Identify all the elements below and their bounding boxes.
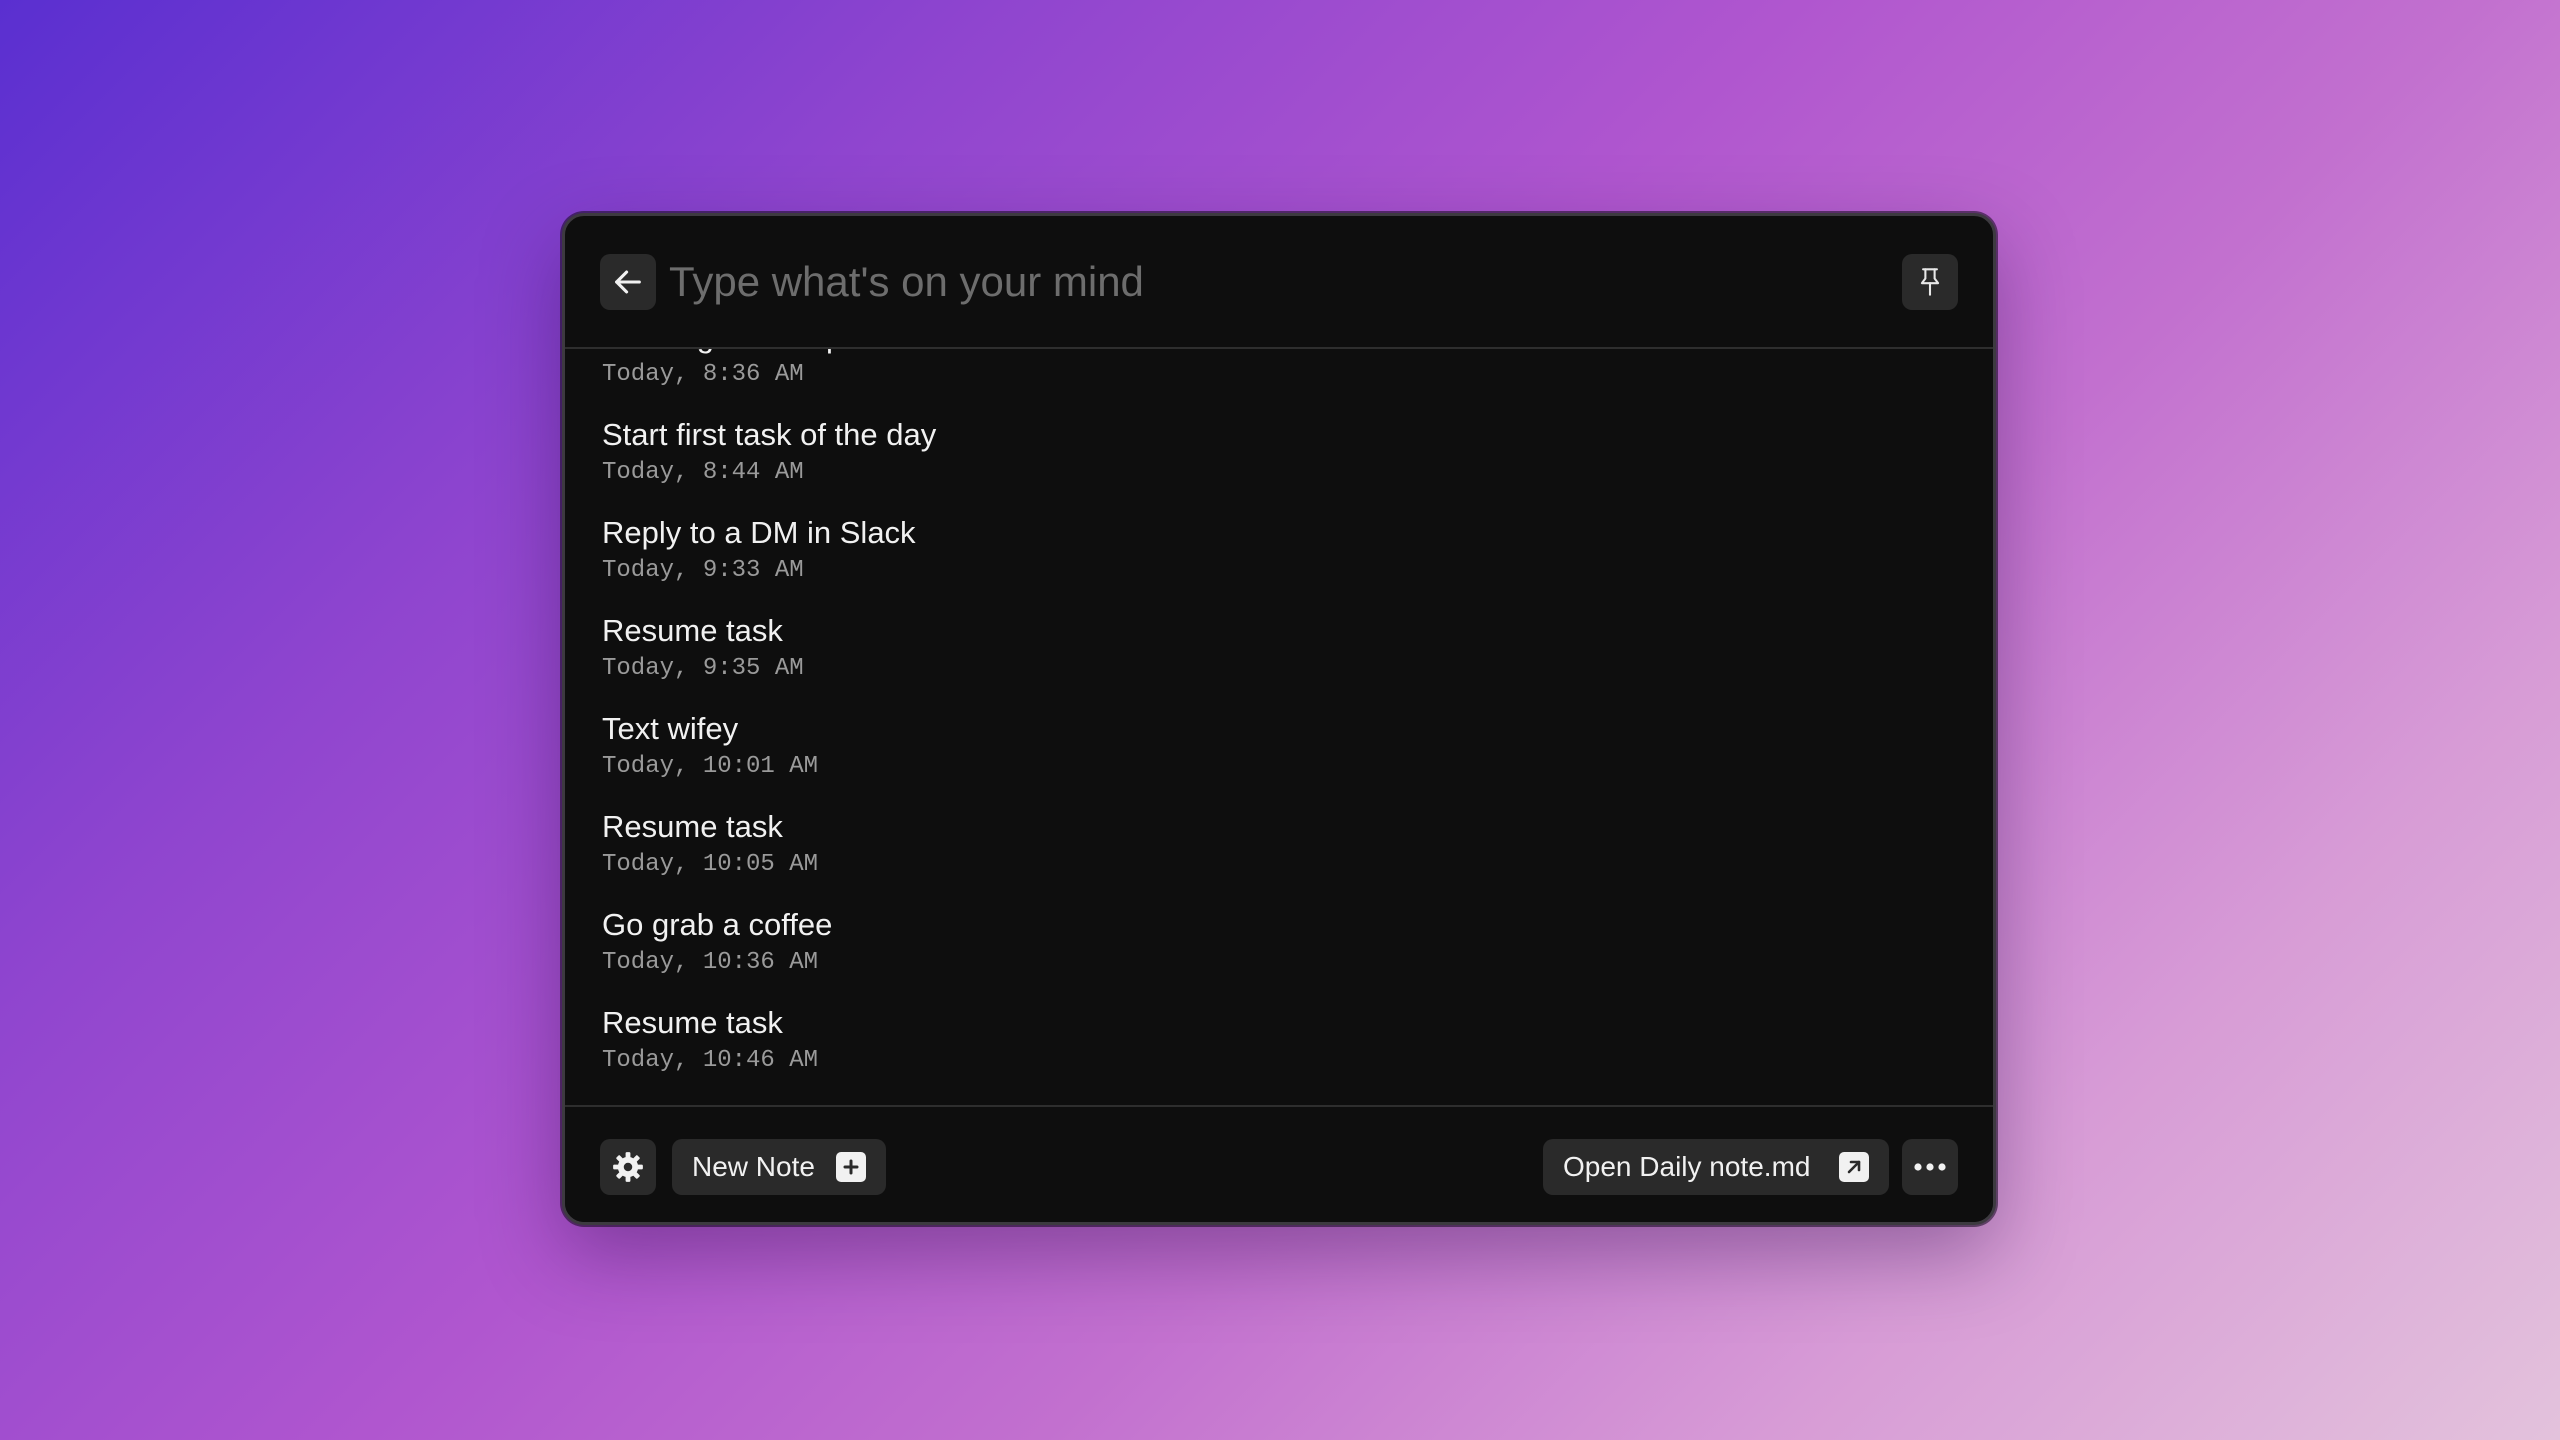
list-item[interactable]: Morning stand-up Today, 8:36 AM: [565, 349, 1993, 397]
note-timestamp: Today, 8:36 AM: [602, 361, 804, 388]
new-note-button[interactable]: New Note: [672, 1139, 886, 1195]
note-title: Resume task: [602, 1005, 783, 1040]
notes-list-inner: Morning stand-up Today, 8:36 AM Start firs…: [565, 349, 1993, 1083]
note-title: Go grab a coffee: [602, 907, 833, 942]
note-title: Text wifey: [602, 711, 739, 746]
footer-bar: New Note Open Daily note.md: [565, 1105, 1993, 1222]
note-title: Reply to a DM in Slack: [602, 515, 916, 550]
note-timestamp: Today, 9:33 AM: [602, 557, 804, 584]
arrow-left-icon: [611, 265, 645, 299]
plus-icon: [836, 1152, 866, 1182]
note-title: Resume task: [602, 809, 783, 844]
ellipsis-icon: [1912, 1162, 1948, 1172]
quick-note-window: Morning stand-up Today, 8:36 AM Start firs…: [562, 213, 1996, 1225]
note-title: Morning stand-up: [602, 349, 843, 355]
open-daily-note-button[interactable]: Open Daily note.md: [1543, 1139, 1889, 1195]
list-item[interactable]: Start first task of the day Today, 8:44 A…: [565, 397, 1993, 495]
list-item[interactable]: Text wifey Today, 10:01 AM: [565, 691, 1993, 789]
list-item[interactable]: Resume task Today, 10:05 AM: [565, 789, 1993, 887]
more-options-button[interactable]: [1902, 1139, 1958, 1195]
notes-list-viewport: Morning stand-up Today, 8:36 AM Start firs…: [565, 349, 1993, 1222]
gear-icon: [611, 1150, 645, 1184]
note-timestamp: Today, 9:35 AM: [602, 655, 804, 682]
back-button[interactable]: [600, 254, 656, 310]
new-note-label: New Note: [692, 1151, 815, 1182]
note-timestamp: Today, 10:36 AM: [602, 949, 819, 976]
list-item[interactable]: Resume task Today, 9:35 AM: [565, 593, 1993, 691]
notes-list[interactable]: Morning stand-up Today, 8:36 AM Start firs…: [565, 349, 1993, 1222]
note-input[interactable]: [669, 252, 1819, 312]
list-item[interactable]: Go grab a coffee Today, 10:36 AM: [565, 887, 1993, 985]
list-item[interactable]: Reply to a DM in Slack Today, 9:33 AM: [565, 495, 1993, 593]
settings-button[interactable]: [600, 1139, 656, 1195]
note-timestamp: Today, 10:05 AM: [602, 851, 819, 878]
open-daily-note-label: Open Daily note.md: [1563, 1151, 1811, 1182]
note-title: Start first task of the day: [602, 417, 937, 452]
header: [565, 216, 1993, 349]
note-title: Resume task: [602, 613, 783, 648]
external-arrow-icon: [1839, 1152, 1869, 1182]
note-timestamp: Today, 8:44 AM: [602, 459, 804, 486]
pin-icon: [1916, 267, 1944, 297]
pin-button[interactable]: [1902, 254, 1958, 310]
note-timestamp: Today, 10:46 AM: [602, 1047, 819, 1074]
note-timestamp: Today, 10:01 AM: [602, 753, 819, 780]
list-item[interactable]: Resume task Today, 10:46 AM: [565, 985, 1993, 1083]
